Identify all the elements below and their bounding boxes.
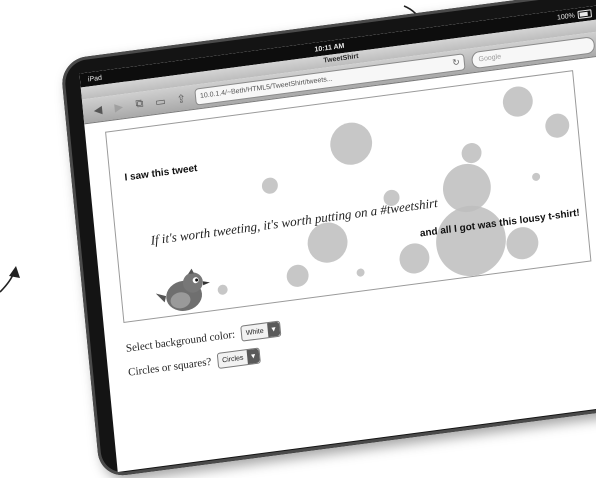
forward-icon[interactable]: ▶ xyxy=(111,99,126,114)
callout-arrowhead-left xyxy=(9,266,20,278)
bg-circle xyxy=(217,284,229,296)
battery-percent: 100% xyxy=(556,11,576,22)
bird-icon xyxy=(155,268,210,311)
bg-circle xyxy=(328,120,375,168)
chevron-down-icon: ▼ xyxy=(246,348,260,365)
background-color-value: White xyxy=(245,327,264,337)
bg-circle xyxy=(505,225,540,262)
bookmarks-icon[interactable]: ▭ xyxy=(153,94,168,109)
bg-circle xyxy=(432,201,510,281)
back-icon[interactable]: ◀ xyxy=(90,102,105,117)
bg-circle xyxy=(261,176,279,195)
bg-circle xyxy=(356,268,365,278)
callout-arrow-left xyxy=(0,271,15,293)
shape-select[interactable]: Circles ▼ xyxy=(216,347,261,370)
bg-circle xyxy=(285,263,310,289)
tweet-quote-text: If it's worth tweeting, it's worth putti… xyxy=(149,194,439,248)
reload-icon[interactable]: ↻ xyxy=(452,56,461,68)
ipad-device: iPad 10:11 AM 100% TweetShirt ◀ ▶ ⧉ ▭ ⇪ … xyxy=(60,0,596,478)
search-placeholder: Google xyxy=(478,52,502,63)
bg-circle xyxy=(398,241,431,276)
tweet-intro-text: I saw this tweet xyxy=(124,163,198,184)
ipad-screen: iPad 10:11 AM 100% TweetShirt ◀ ▶ ⧉ ▭ ⇪ … xyxy=(79,5,596,472)
shape-label: Circles or squares? xyxy=(127,355,212,379)
bg-circle xyxy=(531,172,541,182)
background-color-select[interactable]: White ▼ xyxy=(240,320,282,342)
background-color-label: Select background color: xyxy=(125,328,236,355)
bg-circle xyxy=(501,84,535,119)
device-label: iPad xyxy=(87,74,103,84)
shape-value: Circles xyxy=(221,354,244,364)
share-icon[interactable]: ⇪ xyxy=(174,91,189,106)
status-time: 10:11 AM xyxy=(314,42,345,54)
pages-icon[interactable]: ⧉ xyxy=(132,97,147,112)
battery-icon xyxy=(577,9,593,20)
chevron-down-icon: ▼ xyxy=(266,321,281,338)
bg-circle xyxy=(460,141,483,165)
ipad-frame: iPad 10:11 AM 100% TweetShirt ◀ ▶ ⧉ ▭ ⇪ … xyxy=(60,0,596,478)
bg-circle xyxy=(544,112,571,140)
